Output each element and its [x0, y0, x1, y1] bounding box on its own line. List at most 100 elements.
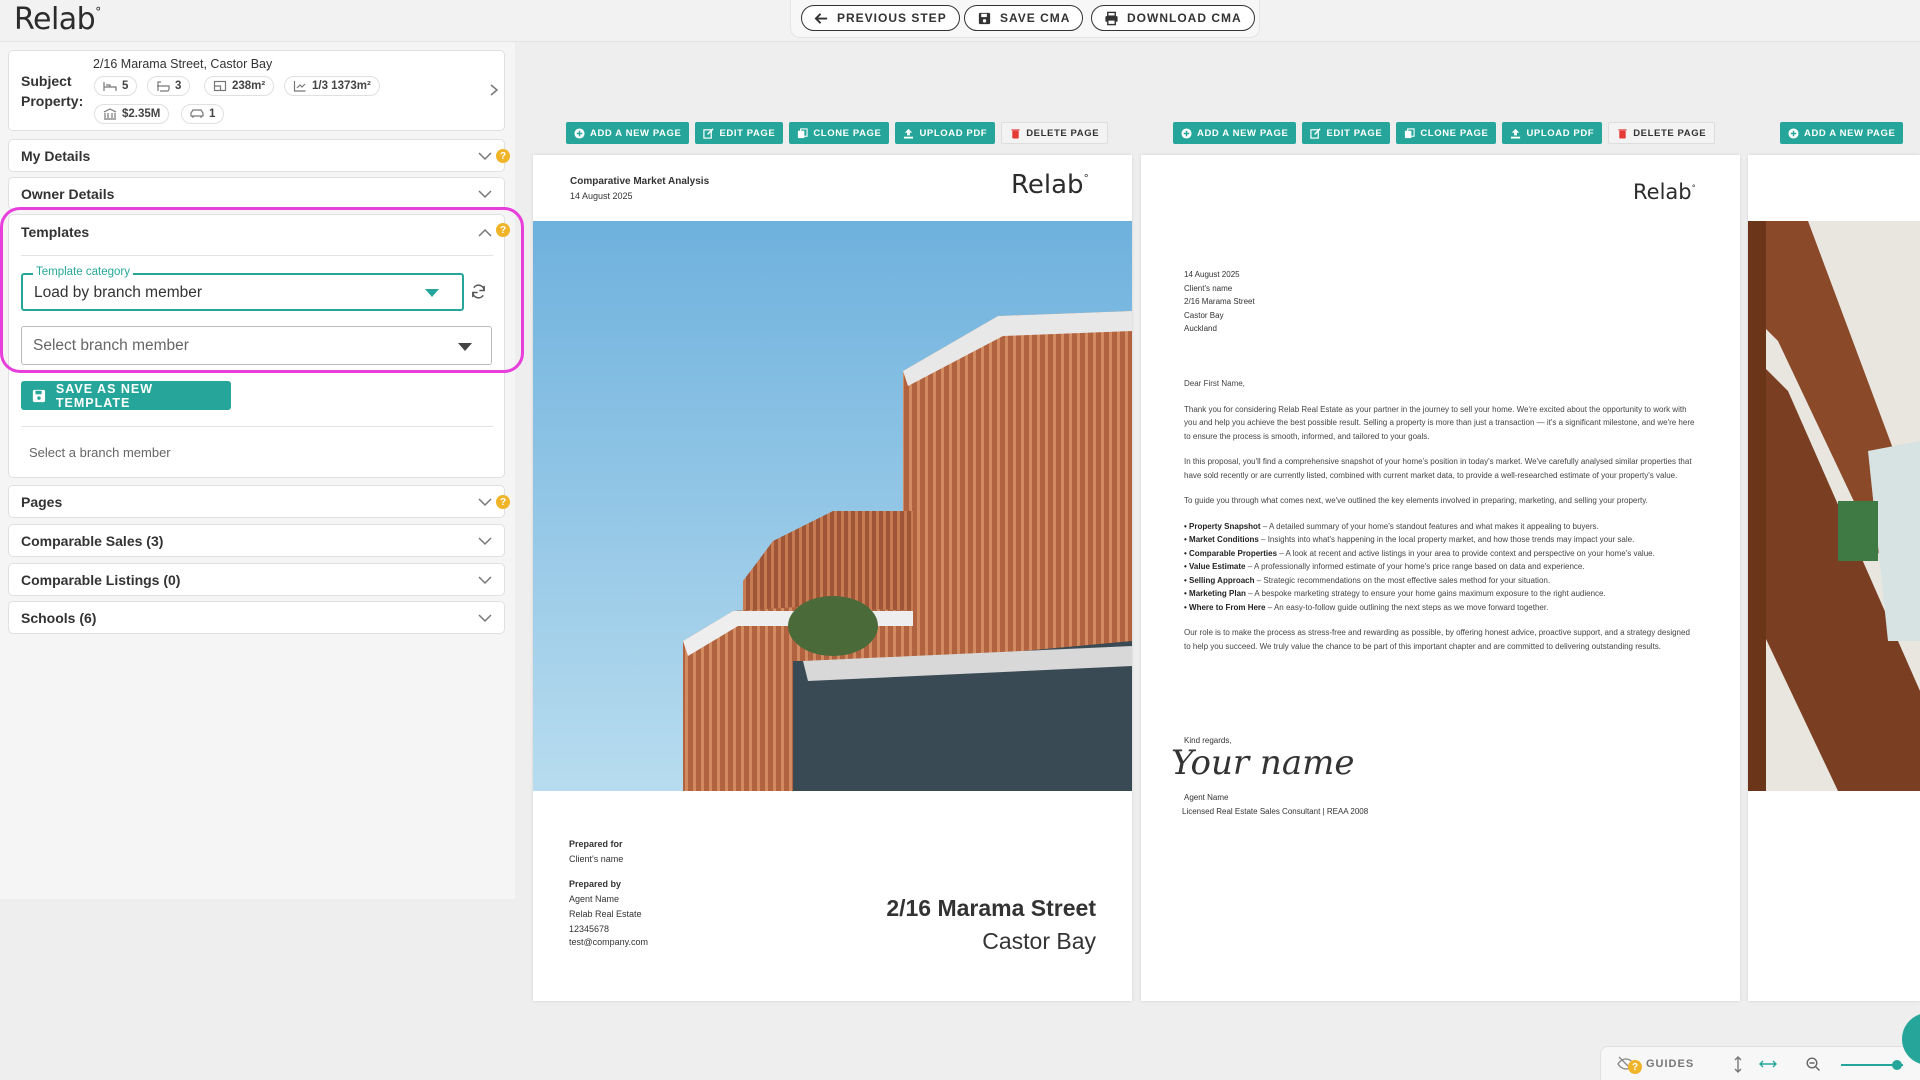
fit-width-icon[interactable]: [1759, 1059, 1777, 1069]
letter-bullet-title: • Value Estimate: [1184, 562, 1246, 571]
edit-icon: [1310, 127, 1322, 139]
floor-area-icon: [213, 80, 227, 92]
help-icon[interactable]: ?: [496, 223, 510, 237]
cover-heading: Comparative Market Analysis: [570, 176, 710, 187]
plus-circle-icon: [1181, 127, 1192, 139]
schools-title: Schools (6): [21, 610, 97, 626]
previous-step-button[interactable]: PREVIOUS STEP: [801, 5, 960, 31]
upload-icon: [904, 128, 914, 139]
dropdown-caret-icon: [458, 343, 472, 351]
letter-bullet-text: – A look at recent and active listings i…: [1277, 548, 1655, 558]
chevron-down-icon[interactable]: [478, 611, 492, 625]
add-page-button[interactable]: ADD A NEW PAGE: [1173, 122, 1297, 144]
refresh-icon[interactable]: [470, 283, 487, 300]
page-toolbar: ADD A NEW PAGE EDIT PAGE CLONE PAGE UPLO…: [566, 122, 1109, 144]
pages-section[interactable]: Pages ?: [8, 485, 510, 518]
step-navigation: PREVIOUS STEP SAVE CMA DOWNLOAD CMA: [790, 0, 1260, 38]
add-page-button[interactable]: ADD A NEW PAGE: [566, 122, 690, 144]
delete-page-button[interactable]: DELETE PAGE: [1608, 122, 1716, 144]
chevron-down-icon[interactable]: [478, 534, 492, 548]
staircase-page[interactable]: [1748, 155, 1920, 1001]
schools-section[interactable]: Schools (6): [8, 601, 505, 634]
my-details-section[interactable]: My Details ?: [8, 139, 510, 172]
letter-bullet-text: – Strategic recommendations on the most …: [1254, 575, 1551, 585]
printer-icon: [1105, 11, 1118, 25]
letter-address: 14 August 2025 Client's name 2/16 Marama…: [1184, 268, 1255, 336]
upload-pdf-button[interactable]: UPLOAD PDF: [895, 122, 996, 144]
view-controls-bar: ? GUIDES: [1600, 1013, 1920, 1080]
edit-page-button[interactable]: EDIT PAGE: [695, 122, 784, 144]
agent-phone: 12345678: [569, 924, 610, 934]
letter-bullet-title: • Market Conditions: [1184, 535, 1259, 544]
add-page-button[interactable]: ADD A NEW PAGE: [1780, 122, 1904, 144]
upload-icon: [1511, 128, 1521, 139]
letter-bullet-title: • Where to From Here: [1184, 602, 1266, 612]
upload-pdf-button[interactable]: UPLOAD PDF: [1502, 122, 1603, 144]
clone-page-button[interactable]: CLONE PAGE: [789, 122, 890, 144]
save-as-new-template-button[interactable]: SAVE AS NEW TEMPLATE: [21, 381, 231, 410]
letter-bullet-title: • Marketing Plan: [1184, 589, 1246, 598]
comparable-listings-section[interactable]: Comparable Listings (0): [8, 563, 505, 596]
bed-icon: [103, 82, 117, 91]
guides-toggle[interactable]: GUIDES: [1646, 1058, 1694, 1070]
subject-property-label: Subject Property:: [21, 73, 84, 109]
letter-address-line: Castor Bay: [1184, 310, 1224, 320]
help-icon[interactable]: ?: [496, 495, 510, 509]
prepared-for-value: Client's name: [569, 854, 624, 864]
letter-page[interactable]: Relab° 14 August 2025 Client's name 2/16…: [1141, 155, 1740, 1001]
comparable-sales-title: Comparable Sales (3): [21, 533, 164, 549]
download-cma-label: DOWNLOAD CMA: [1127, 11, 1242, 25]
letter-bullet-text: – A bespoke marketing strategy to ensure…: [1245, 589, 1606, 598]
clone-page-button[interactable]: CLONE PAGE: [1396, 122, 1497, 144]
signature: Your name: [1171, 743, 1355, 783]
subject-property-card[interactable]: Subject Property: 2/16 Marama Street, Ca…: [8, 50, 505, 131]
cover-suburb: Castor Bay: [982, 928, 1096, 954]
beds-chip: 5: [94, 76, 138, 96]
letter-paragraph: In this proposal, you'll find a comprehe…: [1184, 457, 1692, 480]
chevron-up-icon[interactable]: [478, 226, 492, 240]
copy-icon: [798, 127, 808, 138]
previous-step-label: PREVIOUS STEP: [837, 11, 947, 25]
delete-page-button[interactable]: DELETE PAGE: [1001, 122, 1109, 144]
page-toolbar: ADD A NEW PAGE EDIT PAGE CLONE PAGE UPLO…: [1173, 122, 1716, 144]
comparable-sales-section[interactable]: Comparable Sales (3): [8, 524, 505, 557]
chevron-down-icon[interactable]: [478, 187, 492, 201]
chat-launcher-button[interactable]: [1902, 1013, 1920, 1065]
chevron-right-icon[interactable]: [487, 83, 501, 97]
letter-address-line: Auckland: [1184, 324, 1217, 333]
letter-paragraph: To guide you through what comes next, we…: [1184, 496, 1648, 505]
cover-page[interactable]: Comparative Market Analysis 14 August 20…: [533, 155, 1132, 1001]
template-category-value: Load by branch member: [34, 284, 203, 301]
branch-member-select[interactable]: Select branch member: [21, 326, 492, 365]
owner-details-section[interactable]: Owner Details: [8, 177, 505, 210]
chevron-down-icon[interactable]: [478, 149, 492, 163]
template-category-legend: Template category: [33, 266, 133, 278]
trash-icon: [1618, 128, 1627, 139]
letter-date: 14 August 2025: [1184, 270, 1240, 279]
fit-height-icon[interactable]: [1733, 1056, 1743, 1073]
chevron-down-icon[interactable]: [478, 573, 492, 587]
bath-icon: [157, 81, 170, 92]
save-cma-button[interactable]: SAVE CMA: [964, 5, 1084, 31]
download-cma-button[interactable]: DOWNLOAD CMA: [1091, 5, 1255, 31]
top-bar: Relab° PREVIOUS STEP SAVE CMA DOWNLOAD C…: [0, 0, 1920, 42]
help-icon[interactable]: ?: [1628, 1060, 1642, 1074]
zoom-slider-handle[interactable]: [1891, 1060, 1902, 1070]
cover-logo: Relab°: [1011, 170, 1089, 200]
templates-title[interactable]: Templates: [21, 224, 89, 240]
zoom-out-icon[interactable]: [1806, 1057, 1821, 1072]
cover-building-image: [533, 221, 1132, 791]
letter-bullet-text: – A professionally informed estimate of …: [1245, 562, 1585, 571]
page-toolbar: ADD A NEW PAGE: [1780, 122, 1904, 144]
save-icon: [32, 389, 46, 402]
template-category-select[interactable]: Template category Load by branch member: [21, 266, 464, 311]
divider: [21, 255, 493, 256]
letter-address-line: Client's name: [1184, 283, 1233, 293]
arrow-left-icon: [814, 12, 828, 24]
templates-section: Templates ? Template category Load by br…: [8, 214, 510, 478]
edit-page-button[interactable]: EDIT PAGE: [1302, 122, 1391, 144]
bank-icon: [103, 108, 117, 120]
chevron-down-icon[interactable]: [478, 495, 492, 509]
help-icon[interactable]: ?: [496, 149, 510, 163]
zoom-slider[interactable]: [1841, 1060, 1903, 1070]
